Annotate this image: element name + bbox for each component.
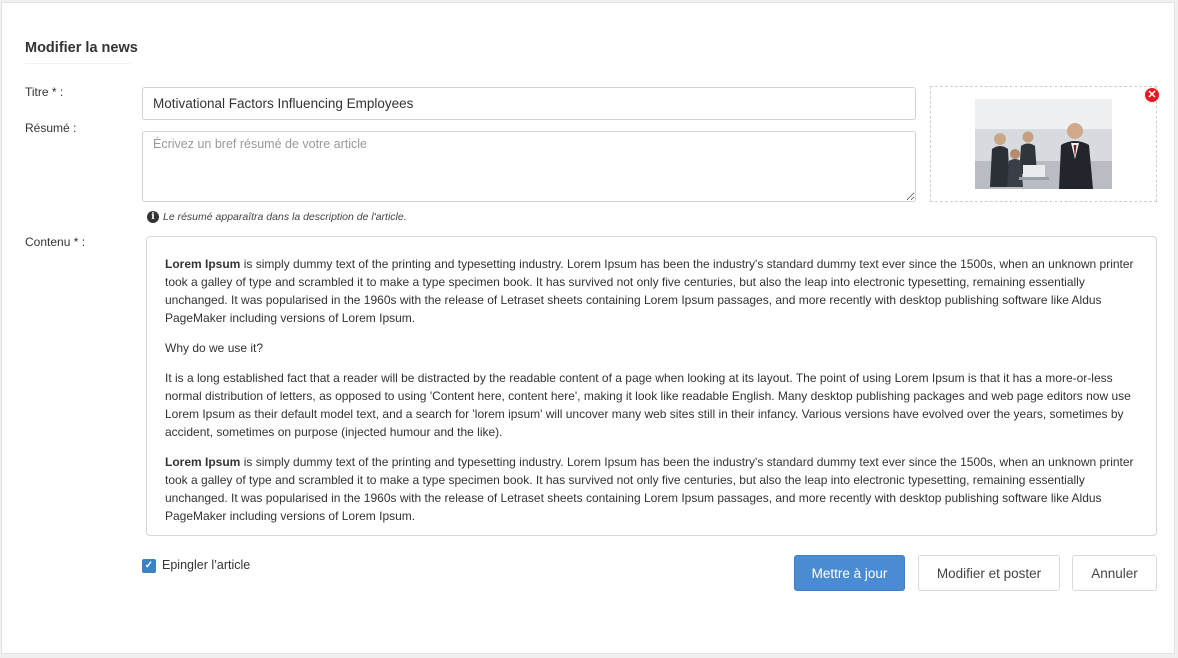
editor-text: is simply dummy text of the printing and…: [165, 257, 1134, 325]
pin-article-label[interactable]: Epingler l’article: [162, 558, 250, 572]
close-circle-icon[interactable]: ✕: [1144, 87, 1160, 103]
titre-label: Titre * :: [25, 85, 64, 99]
resume-textarea[interactable]: [142, 131, 916, 202]
resume-hint: i Le résumé apparaîtra dans la descripti…: [147, 211, 407, 223]
contenu-label: Contenu * :: [25, 235, 86, 249]
modify-and-post-button[interactable]: Modifier et poster: [918, 555, 1060, 591]
editor-paragraph: Why do we use it?: [165, 341, 264, 355]
pin-article-checkbox[interactable]: ✓: [142, 559, 156, 573]
content-editor[interactable]: Lorem Ipsum is simply dummy text of the …: [146, 236, 1157, 536]
title-divider: [25, 63, 130, 64]
resume-hint-text: Le résumé apparaîtra dans la description…: [163, 211, 407, 223]
update-button[interactable]: Mettre à jour: [794, 555, 905, 591]
info-icon: i: [147, 211, 159, 223]
cancel-button[interactable]: Annuler: [1072, 555, 1157, 591]
editor-paragraph: Lorem Ipsum is simply dummy text of the …: [165, 453, 1138, 525]
edit-news-panel: Modifier la news Titre * : Motivational …: [1, 2, 1175, 654]
editor-paragraph: It is a long established fact that a rea…: [165, 371, 1131, 439]
page-title: Modifier la news: [25, 40, 138, 56]
titre-input[interactable]: Motivational Factors Influencing Employe…: [142, 87, 916, 120]
editor-bold-text: Lorem Ipsum: [165, 455, 241, 469]
image-upload-zone[interactable]: ✕: [930, 86, 1160, 202]
resume-label: Résumé :: [25, 121, 77, 135]
editor-text: is simply dummy text of the printing and…: [165, 455, 1134, 523]
editor-bold-text: Lorem Ipsum: [165, 257, 241, 271]
article-image: [975, 99, 1112, 189]
editor-paragraph: Lorem Ipsum is simply dummy text of the …: [165, 255, 1138, 327]
